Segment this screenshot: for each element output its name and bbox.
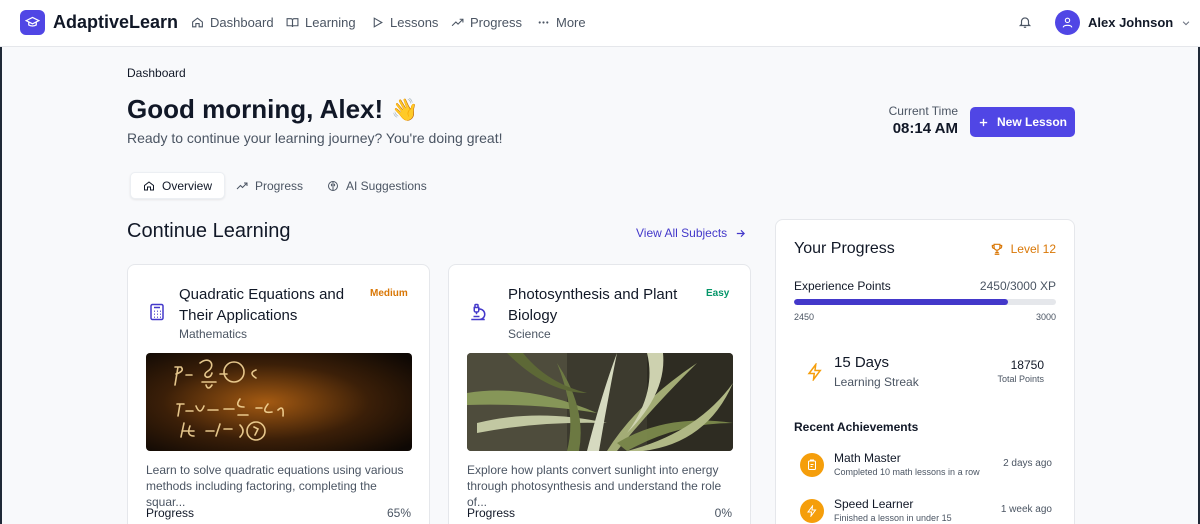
xp-max: 3000 (1035, 312, 1056, 322)
arrow-right-icon (737, 229, 746, 237)
level-text: Level 12 (1010, 242, 1056, 256)
progress-value: 65% (386, 506, 411, 520)
nav-learning-label: Learning (305, 15, 356, 30)
progress-label: Progress (146, 506, 195, 520)
user-name: Alex Johnson (1088, 15, 1174, 30)
tab-overview[interactable]: Overview (130, 172, 226, 199)
xp-progress-bar (794, 299, 1056, 305)
xp-min: 2450 (794, 312, 815, 322)
nav-dashboard-label: Dashboard (210, 15, 274, 30)
tab-ai-suggestions-label: AI Suggestions (346, 178, 427, 193)
nav-dashboard[interactable]: Dashboard (191, 15, 274, 30)
brand-name: AdaptiveLearn (53, 12, 179, 32)
total-points-value: 18750 (1010, 358, 1044, 372)
lesson-title: Quadratic Equations and Their Applicatio… (179, 286, 345, 324)
level-badge: Level 12 (990, 242, 1056, 256)
time-label: Current Time (888, 104, 958, 118)
difficulty-badge: Easy (706, 288, 730, 299)
nav-progress-label: Progress (470, 15, 523, 30)
streak-label: Learning Streak (834, 375, 919, 389)
page-title: Good morning, Alex! 👋 (127, 94, 419, 125)
user-menu[interactable]: Alex Johnson (1055, 10, 1191, 35)
more-icon (538, 21, 549, 24)
current-time: Current Time 08:14 AM (889, 104, 958, 137)
chevron-down-icon (1182, 20, 1190, 25)
brand[interactable]: AdaptiveLearn (20, 10, 178, 35)
nav-more-label: More (556, 15, 586, 30)
new-lesson-label: New Lesson (996, 115, 1068, 129)
new-lesson-button[interactable]: New Lesson (970, 107, 1075, 137)
trophy-icon (991, 243, 1002, 255)
plant-image (467, 353, 733, 451)
achievement-desc: Finished a lesson in under 15 (834, 513, 952, 523)
plus-icon (979, 118, 988, 126)
home-icon (144, 180, 154, 190)
progress-value: 0% (714, 506, 732, 520)
time-value: 08:14 AM (892, 120, 958, 137)
nav-lessons[interactable]: Lessons (371, 15, 438, 30)
window-edge-left (0, 0, 2, 524)
xp-label: Experience Points (794, 279, 891, 293)
calculator-icon (150, 303, 164, 321)
clipboard-icon (800, 453, 824, 477)
greeting-subtitle: Ready to continue your learning journey?… (127, 130, 503, 146)
tab-ai-suggestions[interactable]: AI Suggestions (315, 172, 439, 199)
bell-icon[interactable] (1018, 15, 1032, 29)
view-all-label: View All Subjects (636, 226, 728, 240)
progress-panel-title: Your Progress (794, 240, 895, 257)
achievement-time: 1 week ago (1000, 504, 1052, 515)
achievement-item[interactable]: Math Master Completed 10 math lessons in… (800, 451, 1052, 483)
lightning-icon (800, 499, 824, 523)
book-icon (286, 18, 299, 27)
continue-learning-title: Continue Learning (127, 220, 291, 242)
chalkboard-image (146, 353, 412, 451)
progress-label: Progress (467, 506, 516, 520)
lesson-subject: Mathematics (179, 327, 248, 341)
progress-panel: Your Progress Level 12 Experience Points… (775, 219, 1075, 524)
nav-more[interactable]: More (537, 15, 586, 30)
tab-progress[interactable]: Progress (224, 172, 315, 199)
avatar (1055, 10, 1080, 35)
lesson-description: Learn to solve quadratic equations using… (146, 463, 404, 509)
top-navbar: AdaptiveLearn Dashboard Learning Lessons… (0, 0, 1200, 47)
user-icon (1062, 17, 1073, 28)
home-icon (192, 17, 203, 28)
lesson-card-math[interactable]: Quadratic Equations and Their Applicatio… (127, 264, 430, 524)
tab-progress-label: Progress (255, 178, 304, 193)
breadcrumb[interactable]: Dashboard (127, 66, 186, 80)
difficulty-badge: Medium (370, 288, 408, 299)
view-all-subjects-link[interactable]: View All Subjects (636, 226, 746, 240)
recent-achievements-title: Recent Achievements (794, 420, 919, 434)
lesson-title: Photosynthesis and Plant Biology (508, 286, 678, 324)
lesson-description: Explore how plants convert sunlight into… (467, 463, 722, 509)
achievement-name: Speed Learner (834, 497, 914, 511)
trending-up-icon (236, 182, 248, 189)
streak-days: 15 Days (834, 354, 890, 371)
achievement-time: 2 days ago (1003, 458, 1052, 469)
nav-progress[interactable]: Progress (451, 15, 522, 30)
achievement-item[interactable]: Speed Learner Finished a lesson in under… (800, 497, 1052, 524)
graduation-cap-icon (20, 10, 45, 35)
nav-learning[interactable]: Learning (286, 15, 356, 30)
wave-emoji: 👋 (391, 96, 419, 122)
tab-overview-label: Overview (162, 178, 213, 193)
total-points-label: Total Points (997, 374, 1044, 384)
achievement-name: Math Master (834, 451, 901, 465)
xp-value: 2450/3000 XP (979, 279, 1056, 293)
microscope-icon (471, 303, 486, 321)
play-icon (373, 17, 383, 28)
brain-icon (328, 180, 338, 191)
lesson-subject: Science (508, 327, 551, 341)
greeting-text: Good morning, Alex! (127, 94, 384, 124)
xp-progress-fill (794, 299, 1008, 305)
nav-lessons-label: Lessons (390, 15, 439, 30)
trending-up-icon (451, 18, 464, 27)
lesson-card-science[interactable]: Photosynthesis and Plant Biology Easy Sc… (448, 264, 751, 524)
lightning-icon (807, 363, 822, 381)
achievement-desc: Completed 10 math lessons in a row (834, 467, 980, 477)
